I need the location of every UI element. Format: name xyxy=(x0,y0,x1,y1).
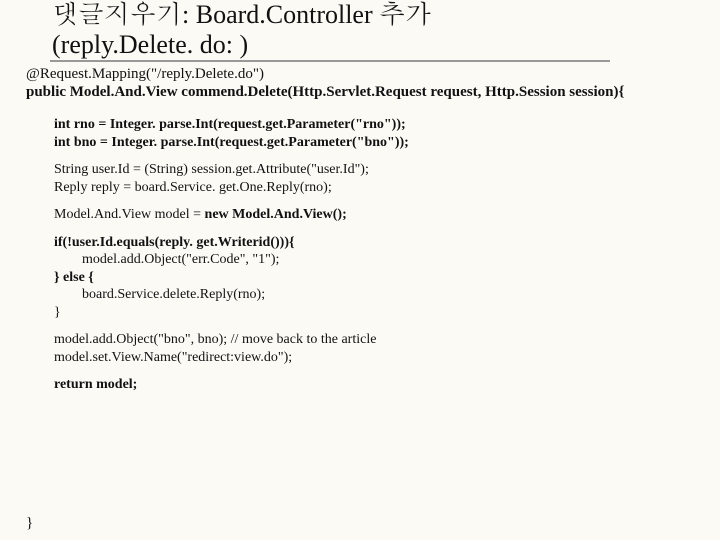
code-line: if(!user.Id.equals(reply. get.Writerid()… xyxy=(54,234,694,252)
code-line: board.Service.delete.Reply(rno); xyxy=(54,286,694,304)
code-line: String user.Id = (String) session.get.At… xyxy=(54,161,694,179)
title-underline xyxy=(50,60,610,62)
code-text: new Model.And.View(); xyxy=(205,207,347,222)
code-line: } xyxy=(54,304,694,322)
code-line: return model; xyxy=(54,376,694,394)
code-line: int rno = Integer. parse.Int(request.get… xyxy=(54,116,694,134)
title-line-1: 댓글지우기: Board.Controller 추가 xyxy=(46,0,676,30)
title-block: 댓글지우기: Board.Controller 추가 (reply.Delete… xyxy=(46,0,676,62)
closing-brace: } xyxy=(26,515,33,532)
slide: 댓글지우기: Board.Controller 추가 (reply.Delete… xyxy=(0,0,720,540)
title-line-2: (reply.Delete. do: ) xyxy=(46,30,676,60)
code-line: int bno = Integer. parse.Int(request.get… xyxy=(54,134,694,152)
code-text: Model.And.View model = xyxy=(54,207,205,222)
code-line: model.set.View.Name("redirect:view.do"); xyxy=(54,349,694,367)
code-line: model.add.Object("err.Code", "1"); xyxy=(54,251,694,269)
method-signature: public Model.And.View commend.Delete(Htt… xyxy=(26,84,706,101)
code-block: int rno = Integer. parse.Int(request.get… xyxy=(54,116,694,394)
code-line: Reply reply = board.Service. get.One.Rep… xyxy=(54,179,694,197)
code-line: model.add.Object("bno", bno); // move ba… xyxy=(54,331,694,349)
code-line: } else { xyxy=(54,269,694,287)
annotation-line: @Request.Mapping("/reply.Delete.do") xyxy=(26,66,264,83)
code-line: Model.And.View model = new Model.And.Vie… xyxy=(54,206,694,224)
